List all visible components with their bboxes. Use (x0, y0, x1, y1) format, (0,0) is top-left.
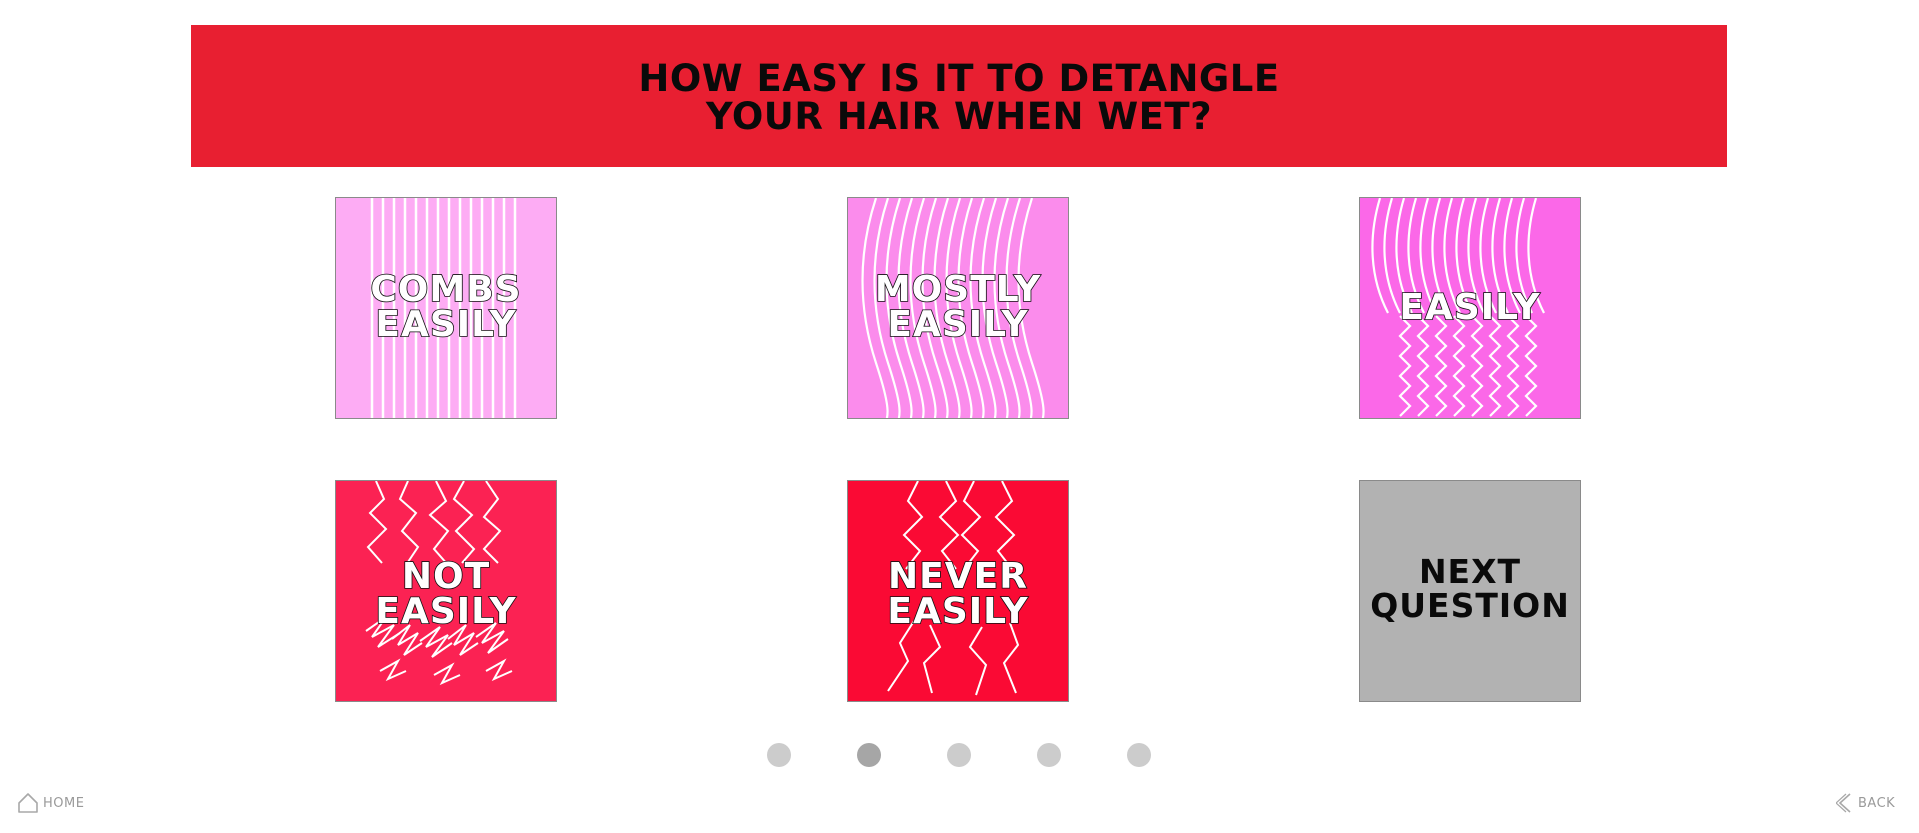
home-icon (18, 793, 38, 813)
page-dot-5[interactable] (1127, 743, 1151, 767)
page-dot-4[interactable] (1037, 743, 1061, 767)
question-title: HOW EASY IS IT TO DETANGLE YOUR HAIR WHE… (638, 57, 1280, 138)
option-easily[interactable]: EASILY (1359, 197, 1581, 419)
home-label: HOME (43, 795, 85, 811)
option-label: NEVER EASILY (887, 556, 1029, 632)
option-combs-easily[interactable]: COMBS EASILY (335, 197, 557, 419)
pagination (0, 743, 1919, 767)
option-label: EASILY (1399, 287, 1541, 328)
quiz-page: HOW EASY IS IT TO DETANGLE YOUR HAIR WHE… (0, 0, 1919, 833)
page-dot-3[interactable] (947, 743, 971, 767)
next-question-button[interactable]: NEXT QUESTION (1359, 480, 1581, 702)
home-link[interactable]: HOME (17, 792, 84, 814)
back-link[interactable]: BACK (1836, 792, 1895, 814)
page-dot-2[interactable] (857, 743, 881, 767)
option-label: MOSTLY EASILY (874, 269, 1042, 345)
chevron-left-icon (1836, 793, 1851, 813)
option-label: COMBS EASILY (370, 269, 522, 345)
option-mostly-easily[interactable]: MOSTLY EASILY (847, 197, 1069, 419)
back-label: BACK (1858, 795, 1896, 811)
page-dot-1[interactable] (767, 743, 791, 767)
option-label: NOT EASILY (375, 556, 517, 632)
option-never-easily[interactable]: NEVER EASILY (847, 480, 1069, 702)
question-banner: HOW EASY IS IT TO DETANGLE YOUR HAIR WHE… (191, 25, 1727, 167)
option-not-easily[interactable]: NOT EASILY (335, 480, 557, 702)
next-question-label: NEXT QUESTION (1370, 552, 1570, 625)
